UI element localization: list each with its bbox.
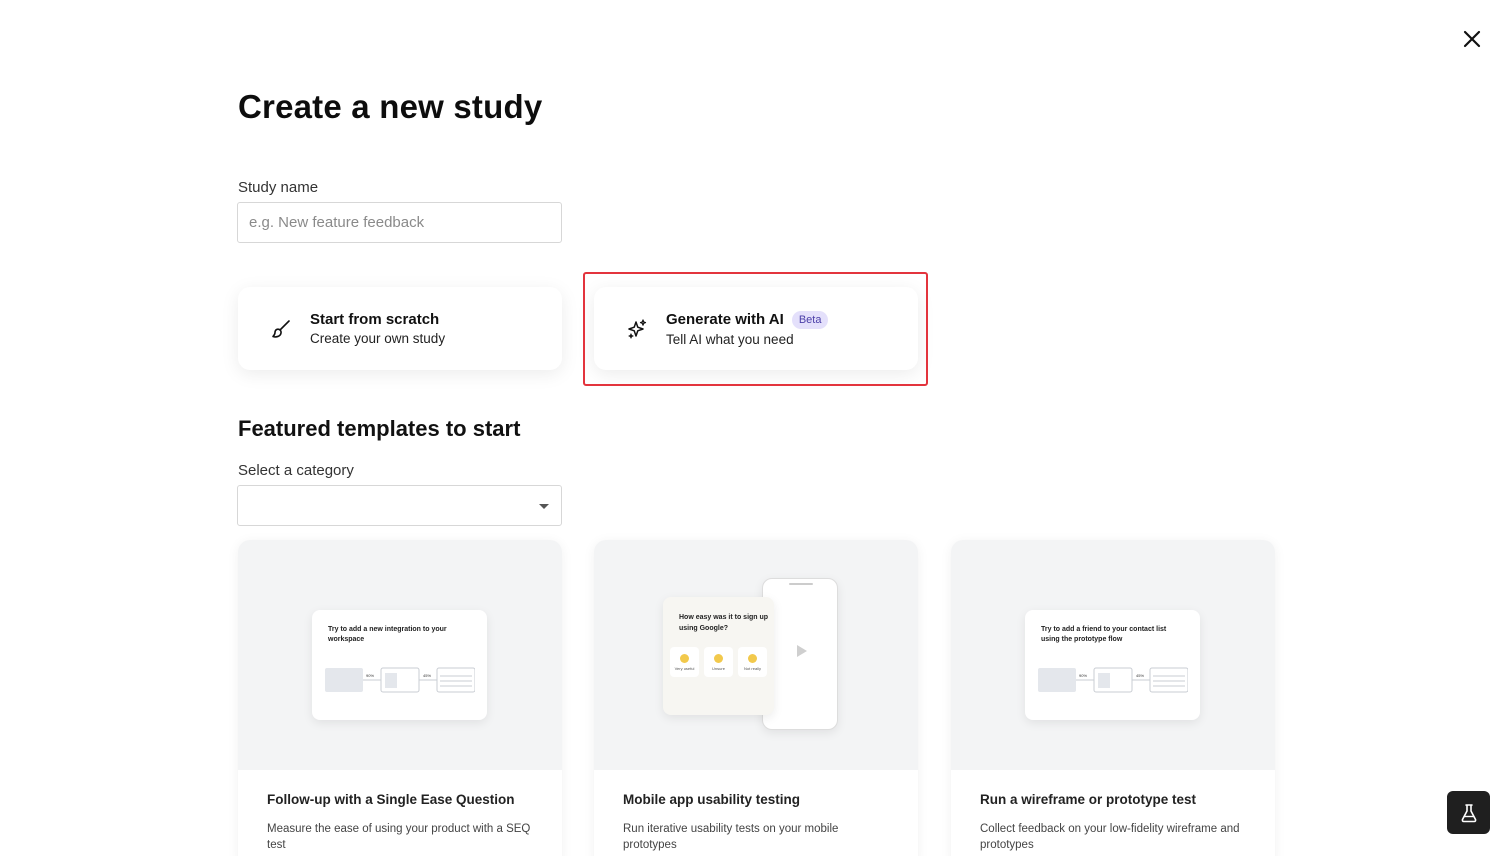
flow-stat-1: 90% (1079, 673, 1087, 678)
phone-notch (789, 583, 813, 585)
preview-question-card: How easy was it to sign up using Google?… (663, 597, 774, 715)
flow-stat-2: 45% (1136, 673, 1144, 678)
template-card-mobile-usability[interactable]: How easy was it to sign up using Google?… (594, 540, 918, 856)
preview-mini-card: Try to add a new integration to your wor… (312, 610, 487, 720)
scratch-card-title: Start from scratch (310, 311, 440, 328)
study-name-label: Study name (238, 179, 319, 196)
sparkle-icon (628, 318, 647, 339)
flow-stat-2: 45% (423, 673, 431, 678)
flow-diagram-icon: 90% 45% (1038, 667, 1188, 693)
brush-icon (272, 319, 290, 338)
template-card-wireframe-test[interactable]: Try to add a friend to your contact list… (951, 540, 1275, 856)
template-description: Run iterative usability tests on your mo… (623, 823, 839, 851)
page-title: Create a new study (238, 88, 543, 125)
play-icon (797, 645, 807, 657)
preview-question-text: How easy was it to sign up using Google? (679, 614, 769, 632)
ai-card-title: Generate with AI (666, 311, 784, 328)
template-description: Measure the ease of using your product w… (267, 823, 531, 851)
beaker-icon (1461, 803, 1476, 822)
frown-icon (748, 653, 757, 663)
flow-diagram-icon: 90% 45% (325, 667, 475, 693)
category-select[interactable] (237, 485, 562, 526)
generate-with-ai-card[interactable]: Generate with AI Beta Tell AI what you n… (594, 287, 918, 370)
template-card-seq[interactable]: Try to add a new integration to your wor… (238, 540, 562, 856)
template-title: Follow-up with a Single Ease Question (267, 792, 515, 807)
rating-option-label: Not really (744, 665, 761, 671)
preview-mini-card: Try to add a friend to your contact list… (1025, 610, 1200, 720)
featured-templates-title: Featured templates to start (238, 416, 521, 441)
ai-card-subtitle: Tell AI what you need (666, 331, 794, 347)
rating-option: Very useful (670, 647, 699, 677)
rating-option-label: Unsure (712, 665, 725, 671)
flow-stat-1: 90% (366, 673, 374, 678)
close-icon[interactable] (1461, 28, 1483, 50)
start-from-scratch-card[interactable]: Start from scratch Create your own study (238, 287, 562, 370)
rating-option: Not really (738, 647, 767, 677)
preview-task-text: Try to add a friend to your contact list… (1041, 626, 1167, 643)
neutral-face-icon (714, 653, 723, 663)
template-title: Mobile app usability testing (623, 792, 801, 807)
scratch-card-subtitle: Create your own study (310, 331, 446, 346)
rating-option-label: Very useful (674, 665, 695, 671)
beta-badge: Beta (791, 310, 829, 329)
template-preview: How easy was it to sign up using Google?… (594, 540, 918, 770)
template-description: Collect feedback on your low-fidelity wi… (980, 823, 1240, 851)
smile-icon (680, 653, 689, 663)
template-preview: Try to add a new integration to your wor… (238, 540, 562, 770)
template-title: Run a wireframe or prototype test (980, 792, 1197, 807)
beaker-button[interactable] (1447, 791, 1490, 834)
category-label: Select a category (238, 462, 354, 479)
rating-option: Unsure (704, 647, 733, 677)
study-name-input[interactable] (237, 202, 562, 243)
preview-task-text: Try to add a new integration to your wor… (328, 626, 447, 643)
caret-down-icon (539, 504, 549, 509)
template-preview: Try to add a friend to your contact list… (951, 540, 1275, 770)
